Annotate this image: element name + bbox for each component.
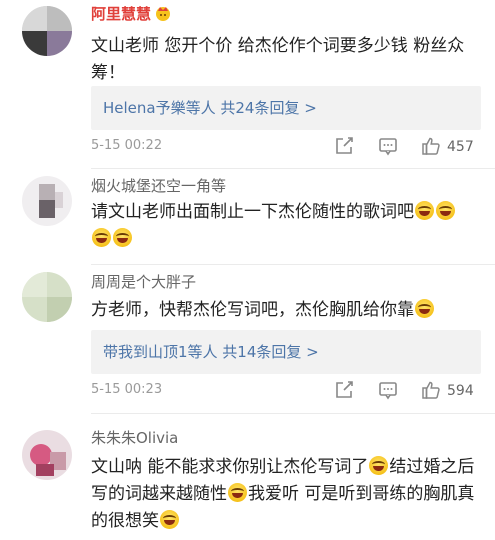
- laugh-cry-emoji: [369, 456, 389, 475]
- comment-icon[interactable]: [378, 380, 398, 400]
- reply-summary-link[interactable]: 带我到山顶1等人 共14条回复 >: [103, 342, 319, 362]
- username[interactable]: 朱朱朱Olivia: [91, 428, 178, 448]
- comment-text: 文山呐 能不能求求你别让杰伦写词了 结过婚之后写的词越来越随性 我爱听 可是听到哥练…: [91, 456, 475, 531]
- comment-1: 阿里慧慧 文山老师 您开个价 给杰伦作个词要多少钱 粉丝众筹！ Helena予樂…: [0, 0, 495, 170]
- laugh-cry-emoji: [228, 483, 247, 502]
- comment-text: 文山老师 您开个价 给杰伦作个词要多少钱 粉丝众筹！: [91, 36, 465, 83]
- reply-summary-link[interactable]: Helena予樂等人 共24条回复 >: [103, 98, 317, 118]
- avatar[interactable]: [22, 430, 72, 480]
- laugh-cry-emoji: [415, 201, 434, 220]
- laugh-cry-emoji: [113, 228, 132, 247]
- like-icon[interactable]: [421, 380, 441, 400]
- laugh-cry-emoji: [436, 201, 455, 220]
- avatar[interactable]: [22, 272, 72, 322]
- laugh-cry-emoji: [160, 510, 179, 529]
- divider: [91, 168, 495, 169]
- crown-emoji: [155, 5, 171, 21]
- comment-2: 烟火城堡还空一角等 请文山老师出面制止一下杰伦随性的歌词吧: [0, 170, 495, 258]
- username[interactable]: 烟火城堡还空一角等: [91, 176, 226, 196]
- like-count: 594: [447, 383, 474, 399]
- share-icon[interactable]: [334, 136, 354, 156]
- avatar[interactable]: [22, 6, 72, 56]
- comment-text: 方老师，快帮杰伦写词吧，杰伦胸肌给你靠: [91, 297, 481, 324]
- comment-text: 请文山老师出面制止一下杰伦随性的歌词吧: [91, 199, 481, 253]
- share-icon[interactable]: [334, 380, 354, 400]
- like-icon[interactable]: [421, 136, 441, 156]
- username[interactable]: 周周是个大胖子: [91, 272, 196, 292]
- timestamp: 5-15 00:22: [91, 138, 163, 153]
- comment-4: 朱朱朱Olivia 文山呐 能不能求求你别让杰伦写词了 结过婚之后写的词越来越随性…: [0, 424, 495, 540]
- divider: [91, 413, 495, 414]
- like-count: 457: [447, 139, 474, 155]
- reply-summary-box[interactable]: 带我到山顶1等人 共14条回复 >: [91, 330, 481, 374]
- username[interactable]: 阿里慧慧: [91, 4, 171, 24]
- comment-icon[interactable]: [378, 136, 398, 156]
- avatar[interactable]: [22, 176, 72, 226]
- laugh-cry-emoji: [92, 228, 111, 247]
- comment-3: 周周是个大胖子 方老师，快帮杰伦写词吧，杰伦胸肌给你靠 带我到山顶1等人 共14…: [0, 266, 495, 414]
- timestamp: 5-15 00:23: [91, 382, 163, 397]
- laugh-cry-emoji: [415, 299, 434, 318]
- reply-summary-box[interactable]: Helena予樂等人 共24条回复 >: [91, 86, 481, 130]
- divider: [91, 264, 495, 265]
